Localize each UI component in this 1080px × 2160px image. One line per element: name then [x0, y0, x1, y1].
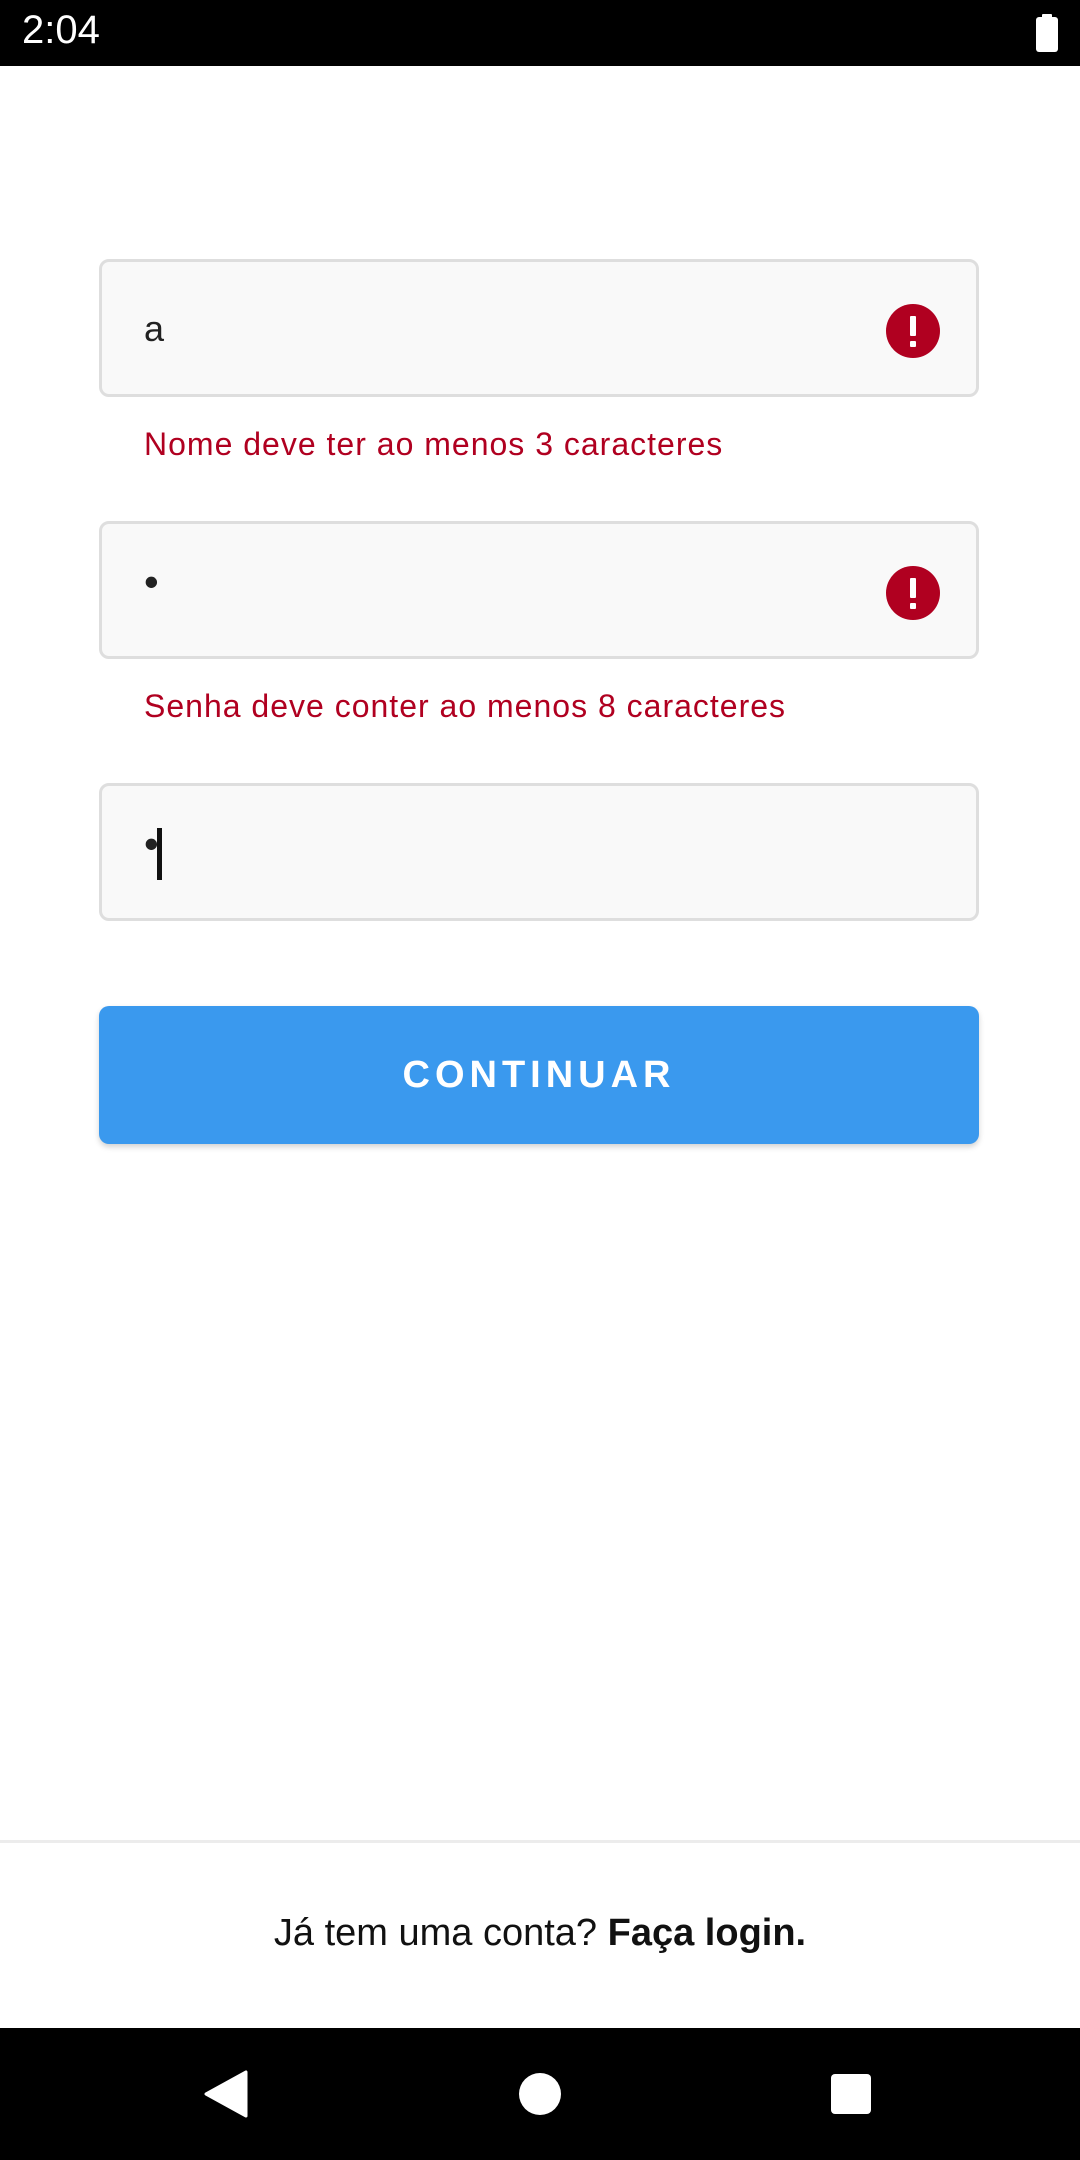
back-triangle-icon — [204, 2070, 248, 2118]
error-icon — [886, 304, 940, 358]
login-link[interactable]: Faça login. — [608, 1912, 806, 1954]
password-field[interactable]: • — [99, 521, 979, 659]
login-prompt: Já tem uma conta? Faça login. — [0, 1912, 1080, 1955]
password-field-value: • — [144, 558, 159, 605]
error-icon — [886, 566, 940, 620]
navigation-bar — [0, 2028, 1080, 2160]
login-prompt-text: Já tem uma conta? — [273, 1912, 598, 1954]
back-button[interactable] — [190, 2058, 262, 2130]
continue-button[interactable]: CONTINUAR — [99, 1006, 979, 1144]
recents-square-icon — [831, 2074, 871, 2114]
name-error-message: Nome deve ter ao menos 3 caracteres — [144, 426, 724, 462]
status-bar: 2:04 — [0, 0, 1080, 66]
battery-full-icon — [1036, 14, 1058, 52]
password-error-message: Senha deve conter ao menos 8 caracteres — [144, 688, 787, 724]
home-circle-icon — [519, 2073, 561, 2115]
home-button[interactable] — [504, 2058, 576, 2130]
name-field[interactable]: a — [99, 259, 979, 397]
status-time: 2:04 — [22, 8, 100, 52]
phone-screen: 2:04 a Nome deve ter ao menos 3 caracter… — [0, 0, 1080, 2160]
footer-divider — [0, 1840, 1080, 1843]
confirm-password-field[interactable]: • — [99, 783, 979, 921]
recents-button[interactable] — [815, 2058, 887, 2130]
name-field-value: a — [144, 308, 165, 349]
text-cursor — [157, 828, 162, 880]
signup-form-page: a Nome deve ter ao menos 3 caracteres • … — [0, 66, 1080, 2028]
